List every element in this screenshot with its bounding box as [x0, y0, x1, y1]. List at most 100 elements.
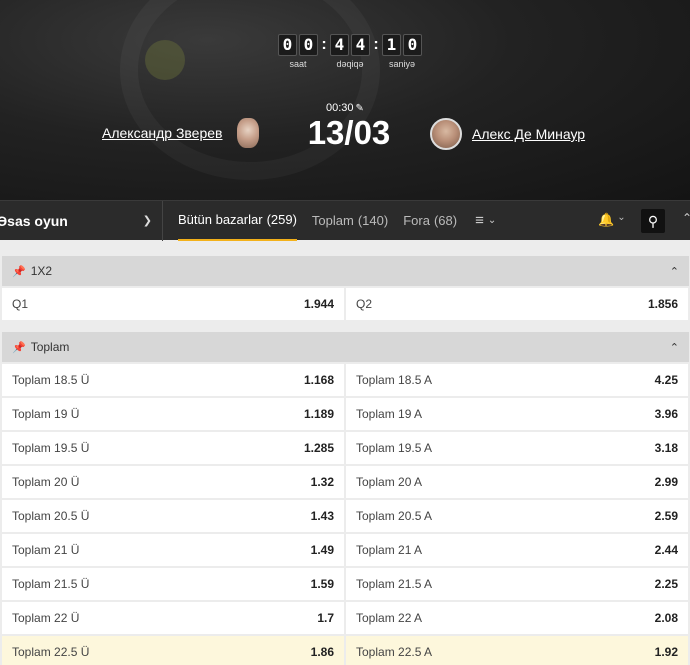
- odd-value: 2.25: [654, 577, 678, 591]
- match-header: 0 0 saat : 4 4 dəqiqə : 1 0 saniyə 00:30…: [0, 0, 690, 200]
- timer-minutes: 4 4 dəqiqə: [330, 34, 370, 69]
- game-time: 00:30 ✎: [326, 102, 364, 114]
- pin-icon[interactable]: 📌: [12, 341, 26, 354]
- odd-button[interactable]: Toplam 20 A 2.99: [346, 466, 688, 498]
- chevron-up-icon[interactable]: ⌃: [670, 341, 679, 354]
- odd-value: 4.25: [654, 373, 678, 387]
- outcome-label: Q1: [12, 297, 29, 311]
- market-nav: Əsas oyun ❯ Bütün bazarlar (259) Toplam …: [0, 200, 690, 241]
- odd-button[interactable]: Toplam 19.5 A 3.18: [346, 432, 688, 464]
- outcome-label: Toplam 21 A: [356, 543, 423, 557]
- list-menu-icon: ≡: [475, 212, 484, 229]
- outcome-label: Toplam 19 A: [356, 407, 423, 421]
- odd-button[interactable]: Toplam 21 Ü 1.49: [2, 534, 344, 566]
- outcome-label: Toplam 19.5 Ü: [12, 441, 90, 455]
- odd-value: 1.168: [303, 373, 334, 387]
- odd-value: 2.59: [654, 509, 678, 523]
- odd-button[interactable]: Toplam 18.5 Ü 1.168: [2, 364, 344, 396]
- timer-minutes-label: dəqiqə: [336, 59, 364, 69]
- player-home: Александр Зверев: [102, 118, 260, 148]
- timer-digit: 4: [351, 34, 370, 56]
- timer-digit: 0: [299, 34, 318, 56]
- pin-icon[interactable]: 📌: [12, 265, 26, 278]
- odd-button[interactable]: Toplam 20.5 A 2.59: [346, 500, 688, 532]
- outcome-label: Q2: [356, 297, 373, 311]
- outcome-label: Toplam 18.5 A: [356, 373, 433, 387]
- outcome-label: Toplam 20.5 A: [356, 509, 433, 523]
- chevron-down-icon: ❯: [142, 215, 152, 227]
- chevron-down-icon: ⌄: [487, 215, 497, 226]
- player-home-name[interactable]: Александр Зверев: [102, 125, 222, 141]
- odd-button[interactable]: Toplam 21.5 A 2.25: [346, 568, 688, 600]
- odd-button[interactable]: Toplam 20.5 Ü 1.43: [2, 500, 344, 532]
- market-1x2: 📌 1X2 ⌃ Q1 1.944 Q2 1.856: [2, 256, 689, 320]
- collapse-all-button[interactable]: ⌃: [682, 211, 690, 225]
- odd-button[interactable]: Toplam 18.5 A 4.25: [346, 364, 688, 396]
- odd-value: 1.7: [317, 611, 334, 625]
- outcome-label: Toplam 21.5 Ü: [12, 577, 90, 591]
- search-icon: ⚲: [647, 213, 659, 229]
- chevron-up-icon[interactable]: ⌃: [670, 265, 679, 278]
- odd-button[interactable]: Q1 1.944: [2, 288, 344, 320]
- timer-separator: :: [373, 36, 379, 53]
- tab-count: (68): [433, 213, 458, 228]
- odd-button[interactable]: Toplam 21.5 Ü 1.59: [2, 568, 344, 600]
- outcome-label: Toplam 19.5 A: [356, 441, 433, 455]
- outcome-label: Toplam 21 Ü: [12, 543, 80, 557]
- odd-value: 3.18: [654, 441, 678, 455]
- odd-button[interactable]: Toplam 19.5 Ü 1.285: [2, 432, 344, 464]
- period-dropdown[interactable]: Əsas oyun ❯: [0, 200, 163, 241]
- outcome-label: Toplam 20.5 Ü: [12, 509, 90, 523]
- player-away-name[interactable]: Алекс Де Минаур: [472, 126, 585, 142]
- odd-value: 1.92: [654, 645, 678, 659]
- timer-digit: 0: [278, 34, 297, 56]
- odd-value: 1.189: [303, 407, 334, 421]
- timer-separator: :: [321, 36, 327, 53]
- odd-value: 1.59: [310, 577, 334, 591]
- player-away-avatar: [430, 118, 462, 150]
- tab-count: (140): [357, 213, 389, 228]
- timer-hours-label: saat: [289, 59, 307, 69]
- timer-hours: 0 0 saat: [278, 34, 318, 69]
- timer-digit: 1: [382, 34, 401, 56]
- game-time-value: 00:30: [326, 102, 354, 114]
- search-button[interactable]: ⚲: [641, 209, 665, 233]
- timer-digit: 0: [403, 34, 422, 56]
- tab-handicap[interactable]: Fora (68): [403, 201, 457, 241]
- odd-button[interactable]: Toplam 22 Ü 1.7: [2, 602, 344, 634]
- market-header[interactable]: 📌 Toplam ⌃: [2, 332, 689, 362]
- markets-list: 📌 1X2 ⌃ Q1 1.944 Q2 1.856 📌 Toplam ⌃ Top…: [0, 240, 690, 665]
- match-score: 13/03: [307, 114, 391, 151]
- tab-total[interactable]: Toplam (140): [312, 201, 388, 241]
- notifications-button[interactable]: 🔔 ⌄: [598, 212, 626, 228]
- odd-value: 1.856: [647, 297, 678, 311]
- odd-button[interactable]: Toplam 22.5 A 1.92: [346, 636, 688, 665]
- market-header[interactable]: 📌 1X2 ⌃: [2, 256, 689, 286]
- outcome-label: Toplam 22 Ü: [12, 611, 80, 625]
- chevron-down-icon: ⌄: [617, 212, 626, 223]
- background-decoration: [120, 0, 380, 180]
- countdown-timer: 0 0 saat : 4 4 dəqiqə : 1 0 saniyə: [278, 34, 422, 69]
- odd-button[interactable]: Toplam 19 Ü 1.189: [2, 398, 344, 430]
- odd-button[interactable]: Toplam 20 Ü 1.32: [2, 466, 344, 498]
- tab-label: Fora: [403, 213, 430, 228]
- tab-count: (259): [266, 212, 297, 227]
- outcome-label: Toplam 22.5 A: [356, 645, 433, 659]
- tennis-serve-icon: ✎: [355, 102, 364, 114]
- odd-button[interactable]: Toplam 21 A 2.44: [346, 534, 688, 566]
- odd-value: 3.96: [654, 407, 678, 421]
- player-home-avatar: [237, 118, 260, 148]
- outcome-label: Toplam 21.5 A: [356, 577, 433, 591]
- odd-value: 1.86: [310, 645, 334, 659]
- odd-value: 1.49: [310, 543, 334, 557]
- market-title: 1X2: [30, 264, 53, 278]
- tab-all-markets[interactable]: Bütün bazarlar (259): [178, 201, 297, 241]
- timer-digit: 4: [330, 34, 349, 56]
- bell-icon: 🔔: [598, 212, 615, 227]
- market-menu-button[interactable]: ≡ ⌄: [475, 212, 496, 229]
- odd-button[interactable]: Q2 1.856: [346, 288, 688, 320]
- odd-button[interactable]: Toplam 22 A 2.08: [346, 602, 688, 634]
- timer-seconds: 1 0 saniyə: [382, 34, 422, 69]
- odd-button[interactable]: Toplam 22.5 Ü 1.86: [2, 636, 344, 665]
- odd-button[interactable]: Toplam 19 A 3.96: [346, 398, 688, 430]
